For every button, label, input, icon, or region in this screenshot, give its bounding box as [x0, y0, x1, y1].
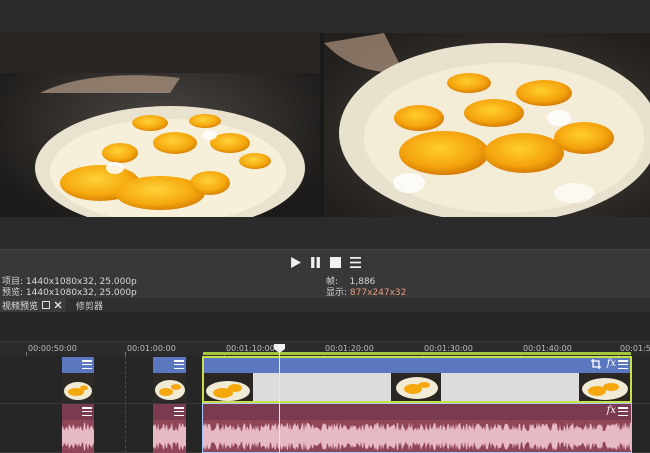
preview-info-panel: 项目: 1440x1080x32, 25.000p 预览: 1440x1080x… [0, 275, 650, 299]
loop-region-bar[interactable] [203, 352, 631, 355]
audio-clip-header [153, 404, 186, 420]
preview-frame-left [0, 33, 320, 217]
video-clip-header [62, 357, 94, 373]
playhead-handle-icon[interactable] [274, 344, 285, 353]
audio-waveform [153, 420, 186, 453]
video-clip-header: fx [203, 357, 631, 373]
menu-icon[interactable] [618, 406, 628, 417]
crop-icon[interactable] [591, 359, 601, 372]
frame-info: 帧: 1,886 显示: 877x247x32 [326, 277, 406, 299]
timeline-toolbar-area [0, 312, 650, 342]
fx-icon[interactable]: fx [607, 405, 616, 416]
close-icon[interactable] [54, 301, 62, 309]
clip-thumbnail [579, 373, 631, 402]
preview-value: 1440x1080x32, 25.000p [25, 288, 137, 298]
preview-spacer [0, 217, 650, 249]
play-icon [290, 257, 301, 268]
ruler-label: 00:00:50:00 [28, 344, 77, 353]
audio-waveform [203, 420, 631, 453]
transport-menu-button[interactable] [349, 257, 361, 269]
tab-trimmer[interactable]: 修剪器 [76, 299, 103, 312]
audio-clip-header: fx [203, 404, 631, 420]
preview-frame-right [324, 33, 650, 217]
menu-icon[interactable] [618, 359, 628, 370]
display-value: 877x247x32 [349, 288, 407, 298]
clip-thumbnail [62, 373, 94, 402]
preview-top-strip [0, 0, 650, 33]
project-value: 1440x1080x32, 25.000p [25, 277, 137, 287]
project-info: 项目: 1440x1080x32, 25.000p 预览: 1440x1080x… [2, 277, 137, 299]
pause-button[interactable] [309, 257, 321, 269]
grid-line [125, 356, 126, 453]
play-button[interactable] [289, 257, 301, 269]
fx-icon[interactable]: fx [607, 358, 616, 369]
stop-icon [329, 257, 341, 268]
clip-thumbnail [203, 373, 253, 402]
menu-icon[interactable] [174, 406, 184, 417]
audio-clip[interactable] [62, 404, 94, 453]
window-icon[interactable] [42, 301, 51, 309]
transport-bar [0, 249, 650, 275]
menu-icon[interactable] [82, 406, 92, 417]
menu-icon[interactable] [82, 359, 92, 370]
eggs-on-griddle-image-right [324, 33, 650, 217]
ruler-label: 00:01:00:00 [127, 344, 176, 353]
tab-video-preview-label: 视频预览 [2, 301, 39, 312]
video-clip[interactable] [153, 357, 186, 402]
clip-thumbnail [391, 373, 441, 402]
menu-icon [349, 257, 361, 268]
project-label: 项目: [2, 277, 24, 287]
video-clip[interactable] [62, 357, 94, 402]
video-clip-header [153, 357, 186, 373]
frame-label: 帧: [326, 277, 339, 287]
eggs-on-griddle-image-left [0, 33, 320, 217]
audio-waveform [62, 420, 94, 453]
menu-icon[interactable] [174, 359, 184, 370]
panel-tabs: 视频预览 修剪器 [0, 298, 650, 312]
playhead-line[interactable] [279, 348, 280, 453]
audio-clip-selected[interactable]: fx [203, 404, 631, 453]
tab-video-preview[interactable]: 视频预览 [0, 298, 67, 312]
clip-thumbnail [153, 373, 186, 402]
audio-clip-header [62, 404, 94, 420]
audio-clip[interactable] [153, 404, 186, 453]
display-label: 显示: [326, 288, 348, 298]
pause-icon [310, 257, 320, 268]
preview-label: 预览: [2, 288, 24, 298]
frame-value: 1,886 [349, 277, 376, 287]
stop-button[interactable] [329, 257, 341, 269]
video-clip-selected[interactable]: fx [203, 357, 631, 402]
